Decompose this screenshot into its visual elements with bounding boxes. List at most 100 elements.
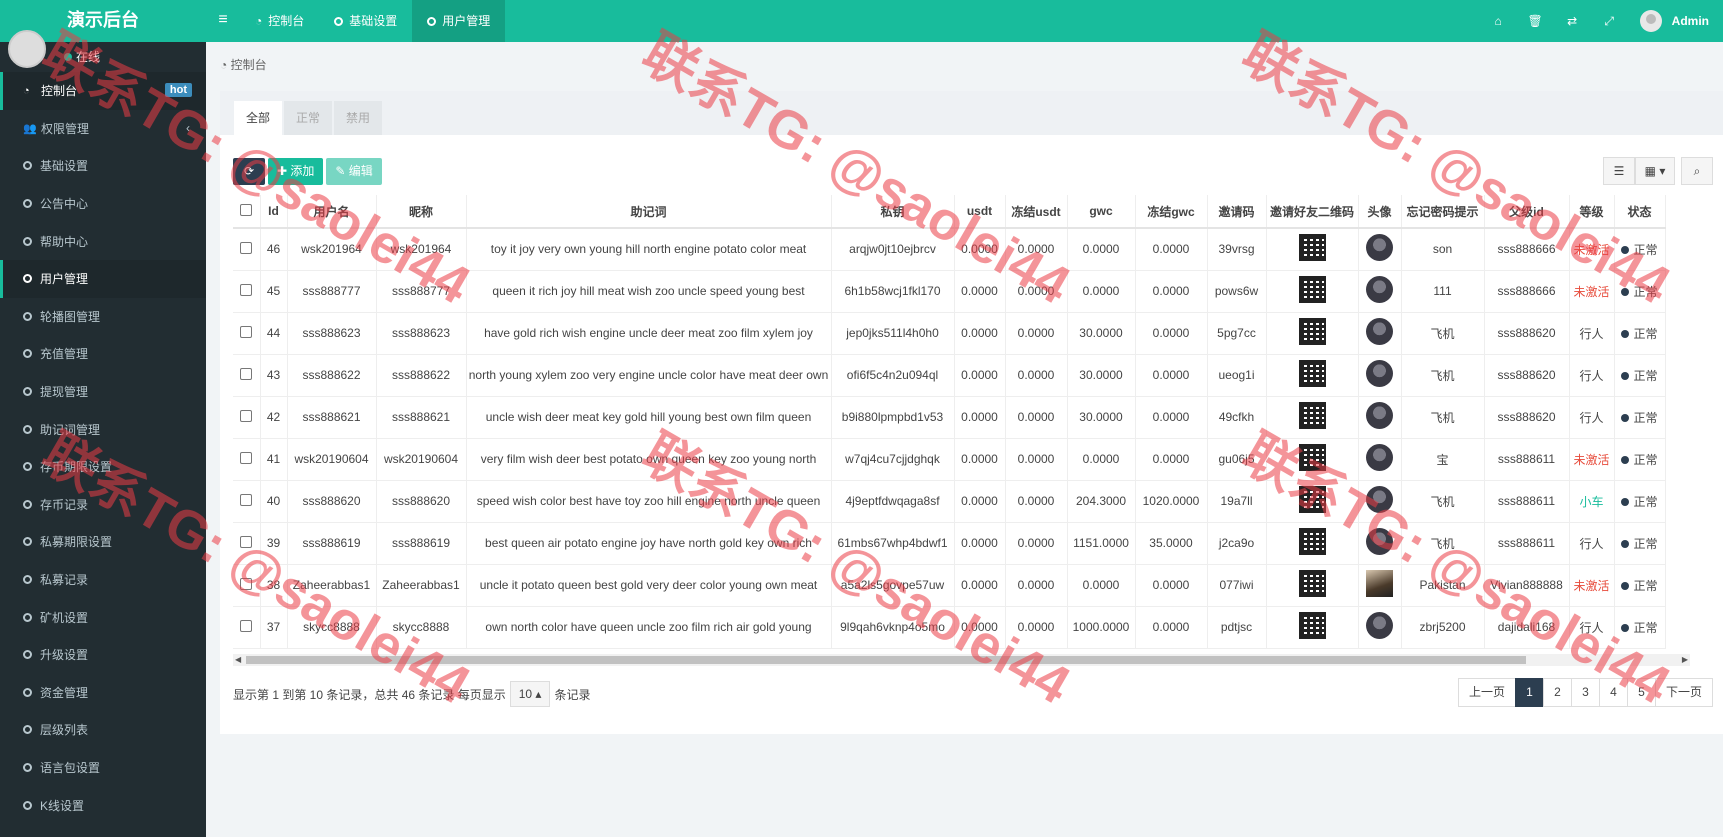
qr-code-image[interactable] xyxy=(1298,360,1326,387)
column-header[interactable]: Id xyxy=(260,195,288,229)
sidebar-item-permissions[interactable]: 👥 权限管理 ‹ xyxy=(0,110,206,148)
checkbox-box[interactable] xyxy=(240,409,253,422)
column-header[interactable]: 冻结gwc xyxy=(1135,195,1208,229)
sidebar-item-users[interactable]: 用户管理 xyxy=(0,259,206,298)
row-checkbox[interactable] xyxy=(233,564,261,607)
column-header[interactable]: 冻结usdt xyxy=(1005,195,1068,229)
row-checkbox[interactable] xyxy=(233,522,261,565)
top-tab-user-management[interactable]: 用户管理 xyxy=(412,0,506,42)
page-4-button[interactable]: 4 xyxy=(1598,678,1628,707)
qr-code-image[interactable] xyxy=(1298,528,1326,555)
row-checkbox[interactable] xyxy=(233,438,261,481)
column-header[interactable]: 邀请好友二维码 xyxy=(1266,195,1359,229)
sidebar-item-help[interactable]: 帮助中心 xyxy=(0,222,206,260)
tab-disabled[interactable]: 禁用 xyxy=(334,101,383,135)
table-row[interactable]: 45 sss888777 sss888777 queen it rich joy hi… xyxy=(233,270,1666,313)
qr-code-image[interactable] xyxy=(1298,612,1326,639)
cell-qr[interactable] xyxy=(1266,270,1359,313)
table-row[interactable]: 39 sss888619 sss888619 best queen air potat… xyxy=(233,522,1666,565)
cell-qr[interactable] xyxy=(1266,228,1359,271)
table-row[interactable]: 42 sss888621 sss888621 uncle wish deer meat… xyxy=(233,396,1666,439)
avatar[interactable] xyxy=(1366,234,1393,262)
table-row[interactable]: 46 wsk201964 wsk201964 toy it joy very own … xyxy=(233,228,1666,271)
cell-avatar[interactable] xyxy=(1358,396,1402,439)
list-view-button[interactable]: ☰ xyxy=(1603,157,1635,185)
table-row[interactable]: 38 Zaheerabbas1 Zaheerabbas1 uncle it potat… xyxy=(233,564,1666,607)
user-name[interactable]: Admin xyxy=(1672,14,1709,28)
translate-icon[interactable]: ⇄ xyxy=(1554,14,1591,28)
cell-qr[interactable] xyxy=(1266,606,1359,649)
cell-avatar[interactable] xyxy=(1358,354,1402,397)
qr-code-image[interactable] xyxy=(1298,570,1326,597)
cell-avatar[interactable] xyxy=(1358,270,1402,313)
column-header[interactable]: 昵称 xyxy=(376,195,467,229)
cell-qr[interactable] xyxy=(1266,354,1359,397)
refresh-button[interactable]: ⟳ xyxy=(233,158,265,185)
page-1-button[interactable]: 1 xyxy=(1514,678,1544,707)
column-header[interactable]: 状态 xyxy=(1614,195,1666,229)
add-button[interactable]: ✚ 添加 xyxy=(268,158,324,185)
avatar[interactable] xyxy=(1366,276,1393,303)
row-checkbox[interactable] xyxy=(233,606,261,649)
sidebar-toggle-icon[interactable]: ≡ xyxy=(206,0,240,42)
cell-qr[interactable] xyxy=(1266,480,1359,523)
checkbox-box[interactable] xyxy=(240,367,253,380)
avatar[interactable] xyxy=(1366,528,1393,555)
column-header[interactable]: 私钥 xyxy=(831,195,955,229)
qr-code-image[interactable] xyxy=(1298,486,1326,513)
top-tab-dashboard[interactable]: ◔ 控制台 xyxy=(240,0,319,42)
column-header[interactable]: 忘记密码提示 xyxy=(1401,195,1485,229)
sidebar-item-deposit-terms[interactable]: 存币期限设置 xyxy=(0,448,206,486)
columns-button[interactable]: ▦ ▾ xyxy=(1635,157,1675,185)
sidebar-item-upgrade[interactable]: 升级设置 xyxy=(0,636,206,674)
cell-qr[interactable] xyxy=(1266,522,1359,565)
sidebar-item-announcements[interactable]: 公告中心 xyxy=(0,185,206,223)
breadcrumb-item[interactable]: 控制台 xyxy=(231,58,267,72)
user-avatar[interactable] xyxy=(1639,10,1662,32)
tab-all[interactable]: 全部 xyxy=(234,101,283,135)
tab-normal[interactable]: 正常 xyxy=(284,101,333,135)
checkbox-box[interactable] xyxy=(240,241,253,254)
page-3-button[interactable]: 3 xyxy=(1570,678,1600,707)
cell-avatar[interactable] xyxy=(1358,312,1402,355)
prev-page-button[interactable]: 上一页 xyxy=(1457,678,1516,707)
cell-qr[interactable] xyxy=(1266,396,1359,439)
cell-avatar[interactable] xyxy=(1358,228,1402,271)
horizontal-scrollbar[interactable]: ◀ ▶ xyxy=(233,654,1690,666)
column-header[interactable]: gwc xyxy=(1067,195,1136,229)
avatar[interactable] xyxy=(1366,444,1393,471)
search-button[interactable]: ⌕ xyxy=(1681,157,1713,185)
sidebar-item-mnemonics[interactable]: 助记词管理 xyxy=(0,410,206,448)
avatar[interactable] xyxy=(1366,570,1393,597)
sidebar-item-levels[interactable]: 层级列表 xyxy=(0,711,206,749)
trash-icon[interactable]: 🗑 xyxy=(1517,14,1554,28)
checkbox-box[interactable] xyxy=(240,577,253,590)
checkbox-box[interactable] xyxy=(240,283,253,296)
sidebar-item-private-terms[interactable]: 私募期限设置 xyxy=(0,523,206,561)
checkbox-box[interactable] xyxy=(240,619,253,632)
sidebar-item-basic-settings[interactable]: 基础设置 xyxy=(0,147,206,185)
column-header[interactable]: 用户名 xyxy=(287,195,377,229)
avatar[interactable] xyxy=(1366,486,1393,513)
sidebar-item-language[interactable]: 语言包设置 xyxy=(0,749,206,787)
scrollbar-thumb[interactable] xyxy=(246,656,1526,664)
checkbox-box[interactable] xyxy=(240,493,253,506)
cell-avatar[interactable] xyxy=(1358,522,1402,565)
sidebar-item-private-records[interactable]: 私募记录 xyxy=(0,561,206,599)
select-all-checkbox[interactable] xyxy=(233,195,261,229)
row-checkbox[interactable] xyxy=(233,228,261,271)
column-header[interactable]: 邀请码 xyxy=(1207,195,1267,229)
qr-code-image[interactable] xyxy=(1298,276,1326,303)
qr-code-image[interactable] xyxy=(1298,234,1326,262)
qr-code-image[interactable] xyxy=(1298,402,1326,429)
table-row[interactable]: 44 sss888623 sss888623 have gold rich wish … xyxy=(233,312,1666,355)
sidebar-item-miners[interactable]: 矿机设置 xyxy=(0,598,206,636)
cell-qr[interactable] xyxy=(1266,312,1359,355)
edit-button[interactable]: ✎ 编辑 xyxy=(326,158,382,185)
column-header[interactable]: 父级id xyxy=(1484,195,1570,229)
page-5-button[interactable]: 5 xyxy=(1626,678,1656,707)
avatar[interactable] xyxy=(1366,318,1393,345)
checkbox-box[interactable] xyxy=(240,535,253,548)
avatar[interactable] xyxy=(1366,402,1393,429)
cell-avatar[interactable] xyxy=(1358,438,1402,481)
